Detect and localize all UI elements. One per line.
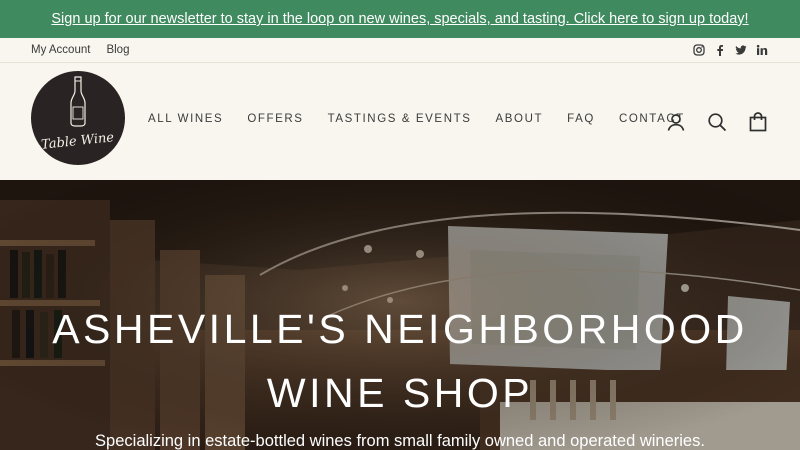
utility-bar: My Account Blog — [0, 38, 800, 63]
hero-banner: ASHEVILLE'S NEIGHBORHOOD WINE SHOP Speci… — [0, 180, 800, 450]
cart-icon[interactable] — [748, 112, 768, 132]
social-links — [693, 44, 768, 56]
nav-about[interactable]: ABOUT — [496, 113, 544, 125]
hero-title-line-1: ASHEVILLE'S NEIGHBORHOOD — [52, 306, 748, 352]
blog-link[interactable]: Blog — [106, 44, 129, 56]
search-icon[interactable] — [707, 112, 727, 132]
user-icon[interactable] — [666, 112, 686, 132]
main-nav: ALL WINES OFFERS TASTINGS & EVENTS ABOUT… — [148, 113, 685, 125]
facebook-icon[interactable] — [714, 44, 726, 56]
hero-subtitle: Specializing in estate-bottled wines fro… — [95, 432, 705, 450]
table-wine-logo[interactable]: Table Wine — [31, 71, 125, 165]
nav-faq[interactable]: FAQ — [567, 113, 595, 125]
site-header: Table Wine ALL WINES OFFERS TASTINGS & E… — [0, 64, 800, 180]
logo-text: Table Wine — [41, 130, 116, 153]
my-account-link[interactable]: My Account — [31, 44, 90, 56]
nav-tastings-events[interactable]: TASTINGS & EVENTS — [328, 113, 472, 125]
nav-all-wines[interactable]: ALL WINES — [148, 113, 223, 125]
header-icons — [666, 112, 768, 132]
announcement-bar: Sign up for our newsletter to stay in th… — [0, 0, 800, 38]
linkedin-icon[interactable] — [756, 44, 768, 56]
twitter-icon[interactable] — [735, 44, 747, 56]
hero-title-line-2: WINE SHOP — [266, 370, 534, 416]
nav-offers[interactable]: OFFERS — [247, 113, 303, 125]
instagram-icon[interactable] — [693, 44, 705, 56]
newsletter-signup-link[interactable]: Sign up for our newsletter to stay in th… — [51, 11, 748, 27]
account-links: My Account Blog — [31, 44, 129, 56]
